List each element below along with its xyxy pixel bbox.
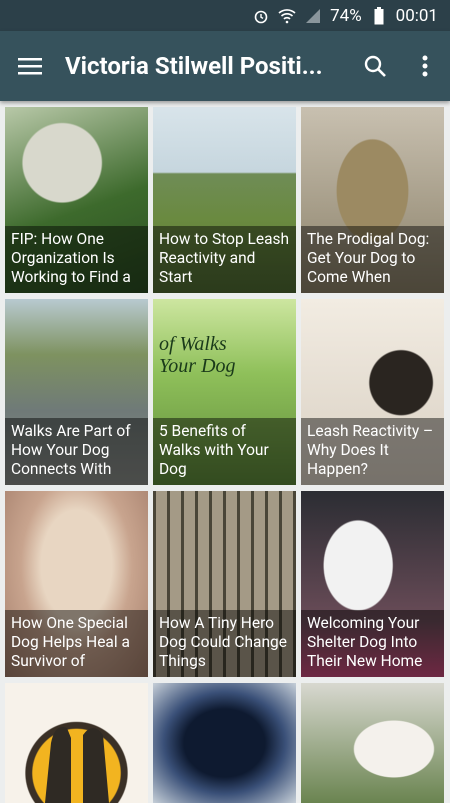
article-caption: Walks Are Part of How Your Dog Connects … — [5, 418, 148, 485]
article-caption: How A Tiny Hero Dog Could Change Things — [153, 610, 296, 677]
article-tile[interactable]: The Prodigal Dog: Get Your Dog to Come W… — [301, 107, 444, 293]
article-caption: The Prodigal Dog: Get Your Dog to Come W… — [301, 226, 444, 293]
article-tile[interactable] — [5, 683, 148, 803]
menu-button[interactable] — [0, 31, 60, 101]
article-caption: FIP: How One Organization Is Working to … — [5, 226, 148, 293]
article-tile[interactable]: FIP: How One Organization Is Working to … — [5, 107, 148, 293]
article-tile[interactable]: Walks Are Part of How Your Dog Connects … — [5, 299, 148, 485]
dog-silhouette-logo-icon — [45, 727, 109, 803]
article-caption: 5 Benefits of Walks with Your Dog — [153, 418, 296, 485]
article-caption: Leash Reactivity – Why Does It Happen? — [301, 418, 444, 485]
more-vert-icon — [422, 55, 428, 77]
article-tile[interactable]: of Walks Your Dog 5 Benefits of Walks wi… — [153, 299, 296, 485]
battery-percent: 74% — [330, 5, 362, 26]
article-tile[interactable]: How to Stop Leash Reactivity and Start — [153, 107, 296, 293]
article-tile[interactable] — [153, 683, 296, 803]
wifi-icon — [278, 7, 296, 25]
article-grid: FIP: How One Organization Is Working to … — [0, 101, 450, 677]
article-tile[interactable]: How A Tiny Hero Dog Could Change Things — [153, 491, 296, 677]
search-icon — [364, 55, 386, 77]
battery-icon — [370, 6, 388, 25]
hamburger-icon — [18, 58, 42, 75]
article-tile[interactable]: Welcoming Your Shelter Dog Into Their Ne… — [301, 491, 444, 677]
article-caption: Welcoming Your Shelter Dog Into Their Ne… — [301, 610, 444, 677]
image-overlay-text: of Walks Your Dog — [159, 333, 236, 377]
overflow-menu-button[interactable] — [400, 31, 450, 101]
alarm-icon — [252, 7, 270, 25]
article-tile[interactable]: How One Special Dog Helps Heal a Survivo… — [5, 491, 148, 677]
app-bar: Victoria Stilwell Positi... — [0, 31, 450, 101]
article-grid-partial-row — [0, 677, 450, 803]
article-tile[interactable] — [301, 683, 444, 803]
article-tile[interactable]: Leash Reactivity – Why Does It Happen? — [301, 299, 444, 485]
search-button[interactable] — [350, 31, 400, 101]
clock: 00:01 — [395, 5, 438, 26]
article-caption: How One Special Dog Helps Heal a Survivo… — [5, 610, 148, 677]
article-caption: How to Stop Leash Reactivity and Start — [153, 226, 296, 293]
status-bar: 74% 00:01 — [0, 0, 450, 31]
app-title: Victoria Stilwell Positi... — [65, 52, 323, 80]
signal-icon — [304, 7, 322, 25]
